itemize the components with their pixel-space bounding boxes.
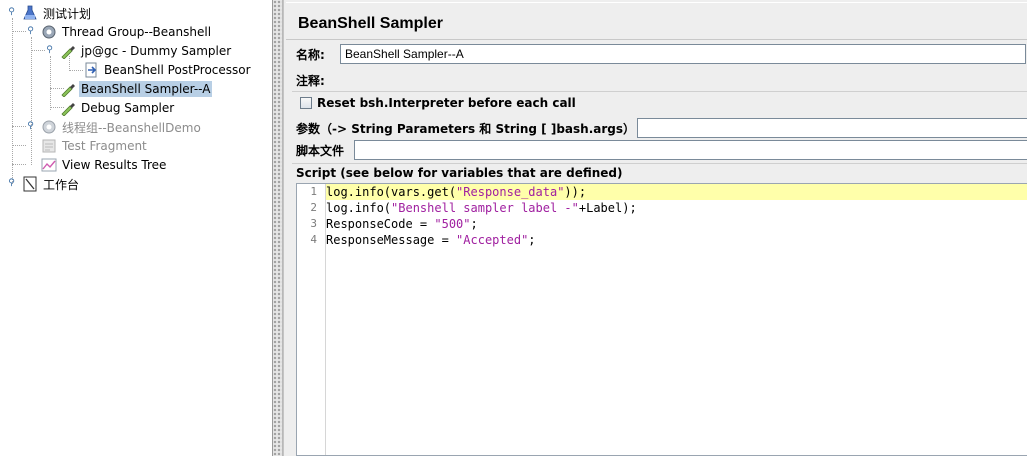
string-literal: "Response_data" xyxy=(456,185,565,199)
split-pane-divider[interactable] xyxy=(273,0,283,456)
tree-node-label: Test Fragment xyxy=(62,139,147,153)
tree-node-label: BeanShell PostProcessor xyxy=(104,63,251,77)
reset-checkbox[interactable] xyxy=(300,97,312,109)
tree-node-label: BeanShell Sampler--A xyxy=(79,81,213,97)
sampler-editor-panel: BeanShell Sampler 名称: 注释: Reset bsh.Inte… xyxy=(283,0,1027,456)
tree-node-workbench[interactable]: 工作台 xyxy=(22,175,81,193)
comment-input[interactable] xyxy=(340,70,1026,90)
expand-toggle-thread-group-2[interactable]: ⚲ xyxy=(26,122,35,131)
script-label: Script (see below for variables that are… xyxy=(296,166,623,180)
line-number-gutter: 1 2 3 4 xyxy=(297,184,326,455)
line-number: 3 xyxy=(310,217,317,230)
code-token: ResponseMessage = xyxy=(326,233,457,247)
expand-toggle-thread-group[interactable]: ⚲ xyxy=(26,27,35,36)
tree-node-label: Debug Sampler xyxy=(81,101,175,115)
string-literal: "500" xyxy=(434,217,471,231)
params-label: 参数（-> String Parameters 和 String [ ]bash… xyxy=(296,121,636,136)
tree-connector xyxy=(69,70,83,71)
tree-connector xyxy=(50,56,51,110)
code-token: log.info( xyxy=(326,201,392,215)
name-input[interactable] xyxy=(340,44,1026,64)
pipette-icon xyxy=(60,81,76,98)
tree-node-thread-group-2[interactable]: 线程组--BeanshellDemo xyxy=(41,118,203,136)
tree-node-beanshell-sampler[interactable]: BeanShell Sampler--A xyxy=(60,80,213,98)
tree-node-test-plan[interactable]: 测试计划 xyxy=(22,4,93,22)
test-plan-tree[interactable]: ⚲ ⚲ ⚲ ⚲ ⚲ 测试计划 Thread Group--Beanshell j… xyxy=(0,0,273,456)
tree-node-test-fragment[interactable]: Test Fragment xyxy=(41,137,149,155)
separator xyxy=(292,163,1027,164)
separator xyxy=(292,91,1027,92)
tree-node-thread-group[interactable]: Thread Group--Beanshell xyxy=(41,23,213,41)
tree-node-label: 工作台 xyxy=(43,177,80,192)
expand-toggle-workbench[interactable]: ⚲ xyxy=(7,179,16,188)
script-code-editor[interactable]: 1 2 3 4 log.info(vars.get("Response_data… xyxy=(296,183,1027,456)
tree-connector xyxy=(12,126,26,127)
tree-node-label: jp@gc - Dummy Sampler xyxy=(81,44,232,58)
tree-node-label: 测试计划 xyxy=(43,6,92,21)
comment-row: 注释: xyxy=(296,70,1026,90)
code-line[interactable]: ResponseCode = "500"; xyxy=(326,216,478,232)
tree-node-view-results-tree[interactable]: View Results Tree xyxy=(41,156,168,174)
tree-node-label: Thread Group--Beanshell xyxy=(62,25,212,39)
tree-node-debug-sampler[interactable]: Debug Sampler xyxy=(60,99,176,117)
fragment-icon xyxy=(41,138,57,154)
reset-row[interactable]: Reset bsh.Interpreter before each call xyxy=(300,96,576,110)
script-file-label: 脚本文件 xyxy=(296,143,345,158)
line-number: 4 xyxy=(310,233,317,246)
string-literal: "Accepted" xyxy=(456,233,529,247)
pipette-icon xyxy=(60,43,76,60)
tree-node-postprocessor[interactable]: BeanShell PostProcessor xyxy=(83,61,253,79)
line-number: 1 xyxy=(310,185,317,198)
code-token: ; xyxy=(470,217,478,231)
string-literal: "Benshell sampler label -" xyxy=(391,201,579,215)
tree-node-label: 线程组--BeanshellDemo xyxy=(62,120,201,135)
code-token: )); xyxy=(564,185,587,199)
tree-connector xyxy=(12,145,26,146)
tree-connector xyxy=(12,164,26,165)
tree-connector xyxy=(12,31,26,32)
code-token: ; xyxy=(528,233,536,247)
flask-icon xyxy=(22,5,38,21)
script-file-row: 脚本文件 xyxy=(296,140,1027,160)
tree-connector xyxy=(12,18,13,184)
expand-toggle-root[interactable]: ⚲ xyxy=(7,8,16,17)
name-row: 名称: xyxy=(296,44,1026,64)
name-label: 名称: xyxy=(296,47,325,62)
script-file-input[interactable] xyxy=(354,140,1027,160)
tree-node-label: View Results Tree xyxy=(62,158,167,172)
tree-node-dummy-sampler[interactable]: jp@gc - Dummy Sampler xyxy=(60,42,233,60)
editor-title-bar: BeanShell Sampler xyxy=(286,2,1027,40)
pipette-icon xyxy=(60,100,76,117)
code-token: log.info(vars.get( xyxy=(326,185,457,199)
comment-label: 注释: xyxy=(296,73,325,88)
code-line[interactable]: ResponseMessage = "Accepted"; xyxy=(326,232,536,248)
reset-label: Reset bsh.Interpreter before each call xyxy=(317,96,576,110)
params-input[interactable] xyxy=(637,118,1027,138)
gear-icon xyxy=(41,119,57,135)
code-token: +Label); xyxy=(578,201,637,215)
chart-icon xyxy=(41,157,57,173)
tree-connector xyxy=(31,37,32,165)
code-token: ResponseCode = xyxy=(326,217,435,231)
workbench-icon xyxy=(22,176,38,192)
params-row: 参数（-> String Parameters 和 String [ ]bash… xyxy=(296,118,1027,138)
document-arrow-icon xyxy=(83,62,99,78)
code-line[interactable]: log.info("Benshell sampler label -"+Labe… xyxy=(326,200,637,216)
line-number: 2 xyxy=(310,201,317,214)
editor-title: BeanShell Sampler xyxy=(298,15,443,32)
expand-toggle-dummy-sampler[interactable]: ⚲ xyxy=(45,46,54,55)
code-line[interactable]: log.info(vars.get("Response_data")); xyxy=(326,184,1027,200)
gear-icon xyxy=(41,24,57,40)
tree-connector xyxy=(31,50,45,51)
script-label-row: Script (see below for variables that are… xyxy=(296,166,623,180)
